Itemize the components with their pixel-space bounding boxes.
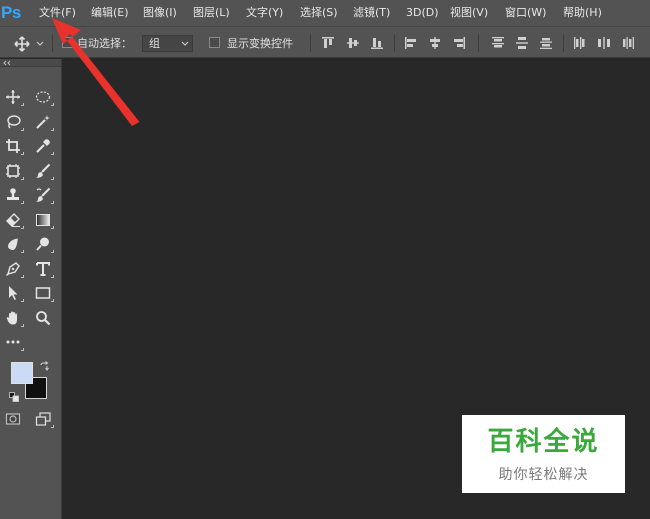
history-brush-tool[interactable] [32,185,54,205]
pen-icon [6,262,20,276]
pen-tool[interactable] [2,259,24,279]
eyedropper-icon [36,139,50,153]
menu-type[interactable]: 文字(Y) [246,6,283,20]
show-transform-label: 显示变换控件 [227,37,293,50]
foreground-color-swatch[interactable] [11,362,33,384]
menu-3d[interactable]: 3D(D) [406,6,439,20]
zoom-tool[interactable] [32,308,54,328]
chevron-down-icon[interactable] [36,40,44,48]
gradient-tool[interactable] [32,210,54,230]
auto-select-checkbox[interactable] [62,37,73,48]
menu-layer[interactable]: 图层(L) [193,6,230,20]
distribute-top-icon[interactable] [491,36,505,50]
lasso-tool[interactable] [2,112,24,132]
quick-mask-icon [5,413,21,425]
dodge-tool[interactable] [32,234,54,254]
align-bottom-icon[interactable] [370,36,384,50]
toolbox-collapse-handle[interactable] [0,59,61,67]
type-tool[interactable] [32,259,54,279]
menu-image[interactable]: 图像(I) [143,6,177,20]
ellipsis-icon [6,340,20,344]
screen-mode-button[interactable] [32,409,54,429]
move-tool-preset-icon[interactable] [14,36,30,52]
arrow-pointer-icon [9,286,18,300]
menu-select[interactable]: 选择(S) [300,6,338,20]
frame-icon [6,164,20,178]
auto-select-dropdown[interactable]: 组 [142,35,193,52]
auto-select-value: 组 [149,37,160,50]
double-chevron-icon [3,60,11,66]
magnifier-icon [36,311,51,326]
align-top-icon[interactable] [321,36,335,50]
more-tools-button[interactable] [2,332,24,352]
menu-file[interactable]: 文件(F) [39,6,76,20]
menu-edit[interactable]: 编辑(E) [91,6,129,20]
chevron-down-icon [181,41,189,46]
type-t-icon [36,262,50,276]
watermark-subtitle: 助你轻松解决 [498,467,589,483]
quick-mask-button[interactable] [2,409,24,429]
menu-view[interactable]: 视图(V) [450,6,488,20]
history-brush-icon [36,187,51,202]
screen-mode-icon [35,412,51,426]
distribute-right-icon[interactable] [621,36,635,50]
separator [563,34,564,52]
eraser-tool[interactable] [2,210,24,230]
menu-window[interactable]: 窗口(W) [505,6,546,20]
distribute-bottom-icon[interactable] [539,36,553,50]
auto-select-label: 自动选择： [77,37,132,50]
magic-wand-tool[interactable] [32,112,54,132]
distribute-horizontal-center-icon[interactable] [597,36,611,50]
menu-bar: Ps 文件(F) 编辑(E) 图像(I) 图层(L) 文字(Y) 选择(S) 滤… [0,0,650,26]
brush-tool[interactable] [32,161,54,181]
stamp-icon [7,188,19,200]
eraser-icon [6,213,20,227]
brush-icon [36,163,51,178]
distribute-left-icon[interactable] [573,36,587,50]
eyedropper-tool[interactable] [32,136,54,156]
rectangle-tool[interactable] [32,283,54,303]
align-left-icon[interactable] [404,36,418,50]
separator [478,34,479,52]
show-transform-checkbox[interactable] [209,37,220,48]
elliptical-marquee-tool[interactable] [32,87,54,107]
align-vertical-center-icon[interactable] [346,36,360,50]
swap-colors-icon[interactable] [39,361,50,372]
align-horizontal-center-icon[interactable] [428,36,442,50]
magic-wand-icon [36,115,50,129]
default-colors-icon[interactable] [9,392,19,402]
water-drop-icon [8,238,18,250]
lasso-icon [7,115,21,129]
separator [310,34,311,52]
hand-icon [6,311,17,325]
photoshop-logo[interactable]: Ps [1,3,21,23]
dodge-icon [36,237,49,251]
crop-tool[interactable] [2,136,24,156]
rectangle-icon [35,287,51,299]
separator [52,34,53,52]
frame-tool[interactable] [2,161,24,181]
move-icon [6,90,20,104]
align-right-icon[interactable] [452,36,466,50]
separator [394,34,395,52]
menu-help[interactable]: 帮助(H) [563,6,602,20]
menu-filter[interactable]: 滤镜(T) [353,6,390,20]
distribute-vertical-center-icon[interactable] [515,36,529,50]
ellipse-marquee-icon [35,91,51,103]
path-selection-tool[interactable] [2,283,24,303]
options-bar: 自动选择： 组 显示变换控件 [0,26,650,58]
crop-icon [6,139,20,153]
toolbox-panel [0,59,62,519]
move-tool[interactable] [2,87,24,107]
watermark-logo: 百科全说 助你轻松解决 [462,415,625,493]
gradient-icon [36,214,50,226]
blur-tool[interactable] [2,234,24,254]
hand-tool[interactable] [2,308,24,328]
clone-stamp-tool[interactable] [2,185,24,205]
watermark-title: 百科全说 [487,427,600,457]
